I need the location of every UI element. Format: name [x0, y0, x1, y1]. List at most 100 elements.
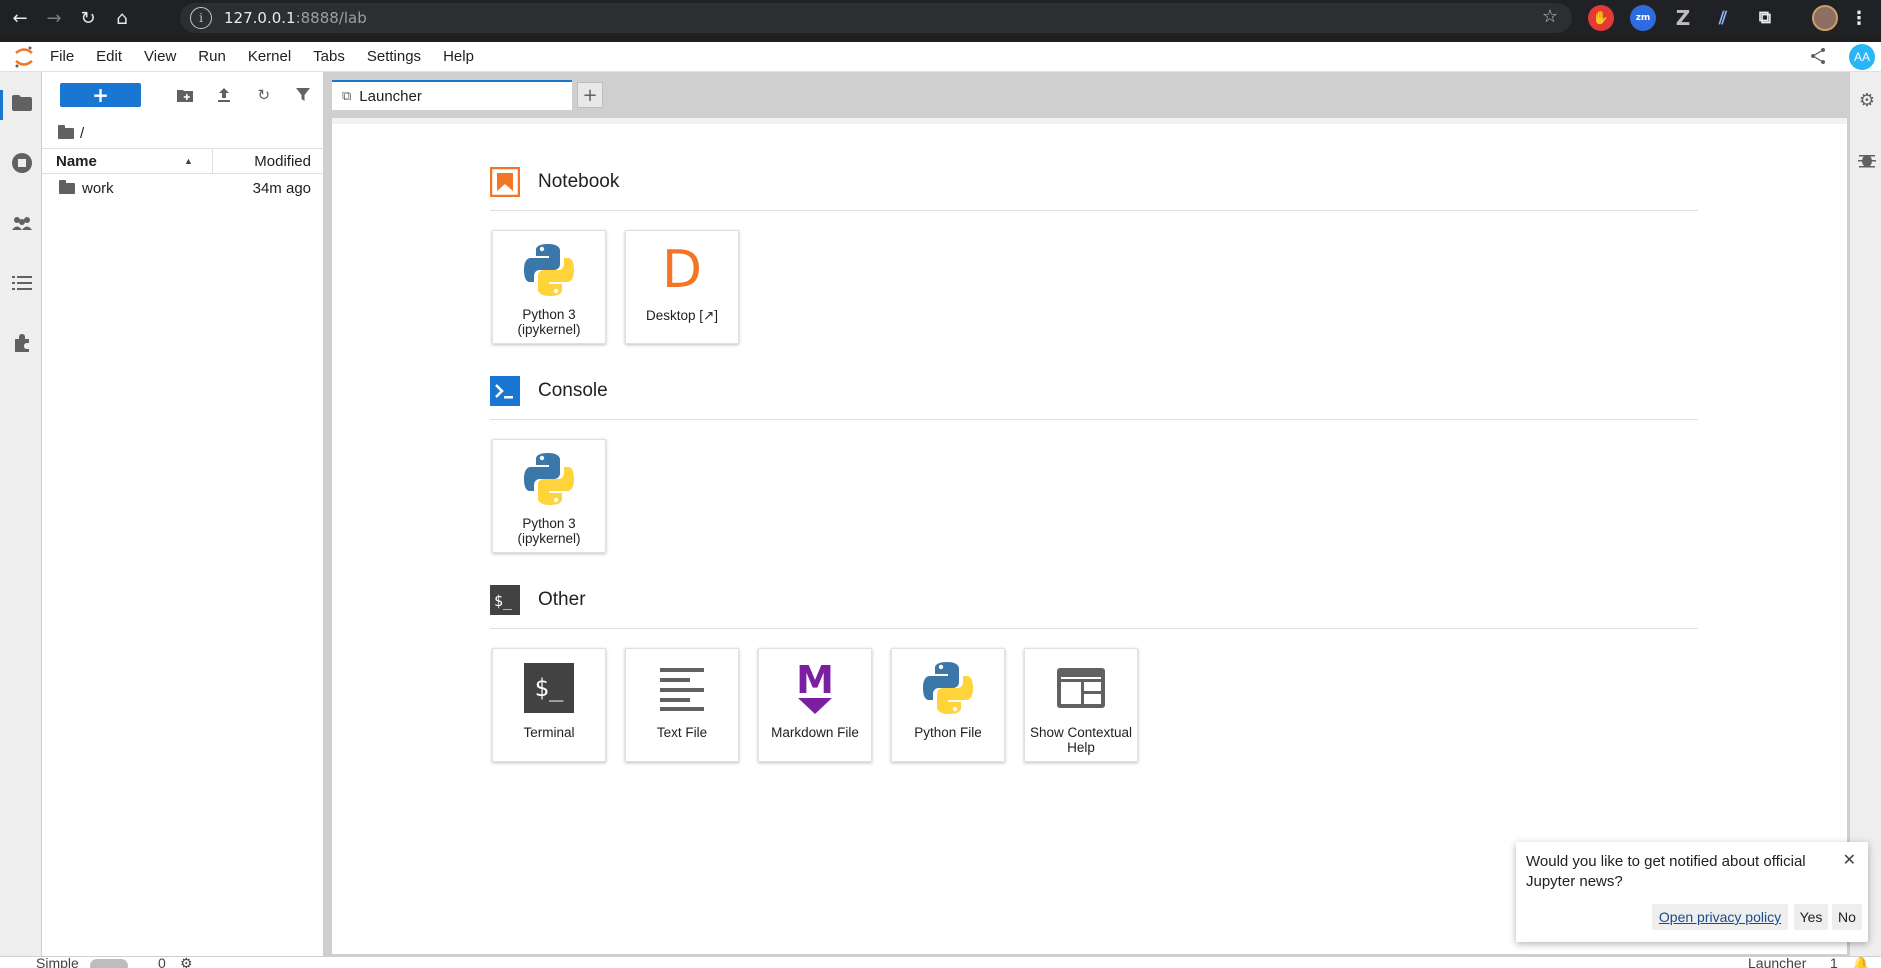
back-icon[interactable]: ← — [6, 4, 34, 32]
debugger-bug-icon[interactable] — [1855, 148, 1879, 172]
launcher-tab-icon: ⧉ — [342, 88, 352, 103]
file-browser-toolbar: + ↻ — [42, 72, 323, 118]
svg-text:$_: $_ — [494, 592, 513, 610]
section-divider — [490, 419, 1698, 420]
add-tab-button[interactable]: + — [577, 82, 603, 108]
share-icon[interactable] — [1809, 47, 1827, 70]
main-dock-area: ⧉ Launcher + Notebook Python 3 (ipykerne… — [324, 72, 1849, 960]
file-list-header: Name ▲ Modified — [42, 148, 323, 174]
menu-edit[interactable]: Edit — [85, 48, 133, 65]
notebook-section-icon — [490, 167, 520, 197]
yes-button[interactable]: Yes — [1794, 904, 1828, 930]
section-header: Console — [490, 371, 1728, 420]
kernel-status-icon[interactable]: ⚙ — [180, 957, 193, 968]
menu-tabs[interactable]: Tabs — [302, 48, 356, 65]
notification-toast: Would you like to get notified about off… — [1516, 842, 1868, 942]
new-folder-icon[interactable] — [165, 83, 205, 107]
contextual-help-icon — [1052, 659, 1110, 717]
table-of-contents-icon[interactable] — [11, 272, 33, 294]
menu-settings[interactable]: Settings — [356, 48, 432, 65]
menu-help[interactable]: Help — [432, 48, 485, 65]
card-label: Text File — [656, 725, 708, 740]
card-label: Terminal — [523, 725, 575, 740]
refresh-icon[interactable]: ↻ — [244, 83, 284, 107]
close-icon[interactable]: ✕ — [1843, 850, 1856, 869]
upload-icon[interactable] — [204, 83, 244, 107]
breadcrumb-folder-icon[interactable] — [58, 124, 74, 139]
ai-extension-icon[interactable]: ⫽ — [1710, 5, 1736, 31]
address-bar[interactable]: i 127.0.0.1:8888/lab ☆ — [180, 3, 1572, 33]
section-title: Other — [538, 589, 586, 610]
column-modified-header[interactable]: Modified — [254, 153, 311, 170]
console-section-icon — [490, 376, 520, 406]
launcher-card-text-file[interactable]: Text File — [625, 648, 739, 762]
zoom-extension-icon[interactable]: zm — [1630, 5, 1656, 31]
file-name: work — [82, 179, 114, 197]
launcher-card-markdown[interactable]: M Markdown File — [758, 648, 872, 762]
forward-icon[interactable]: → — [40, 4, 68, 32]
breadcrumb-path[interactable]: / — [80, 125, 84, 142]
menu-kernel[interactable]: Kernel — [237, 48, 302, 65]
main-tab-bar: ⧉ Launcher + — [324, 72, 1849, 118]
sort-ascending-icon[interactable]: ▲ — [184, 156, 193, 166]
user-avatar[interactable]: AA — [1849, 44, 1875, 70]
profile-avatar-icon[interactable] — [1812, 5, 1838, 31]
launcher-cards: $_ Terminal Text File M Markdown File Py… — [492, 648, 1157, 762]
running-kernels-icon[interactable] — [11, 152, 33, 174]
open-privacy-policy-link[interactable]: Open privacy policy — [1652, 904, 1788, 930]
text-file-icon — [653, 659, 711, 717]
extensions-puzzle-icon[interactable]: ⧉ — [1752, 5, 1778, 31]
filter-icon[interactable] — [283, 83, 323, 107]
column-resize-handle[interactable] — [212, 149, 213, 173]
bookmark-star-icon[interactable]: ☆ — [1542, 6, 1558, 27]
adblock-extension-icon[interactable]: ✋ — [1588, 5, 1614, 31]
launcher-card-python-notebook[interactable]: Python 3 (ipykernel) — [492, 230, 606, 344]
file-list-row[interactable]: work 34m ago — [42, 174, 323, 202]
card-label: Markdown File — [771, 725, 859, 740]
column-name-header[interactable]: Name — [56, 153, 97, 170]
tab-label: Launcher — [359, 87, 422, 105]
simple-mode-toggle[interactable] — [90, 959, 128, 968]
launcher-card-python-file[interactable]: Python File — [891, 648, 1005, 762]
launcher-cards: Python 3 (ipykernel) — [492, 439, 625, 553]
url-host: 127.0.0.1 — [224, 9, 296, 27]
notifications-bell-icon[interactable]: 🔔 — [1852, 957, 1869, 968]
section-header: $_ Other — [490, 580, 1728, 629]
left-sidebar — [0, 72, 42, 960]
launcher-card-python-console[interactable]: Python 3 (ipykernel) — [492, 439, 606, 553]
launcher-card-desktop[interactable]: D Desktop [↗] — [625, 230, 739, 344]
tab-launcher[interactable]: ⧉ Launcher — [332, 80, 572, 110]
screen: ← → ↻ ⌂ i 127.0.0.1:8888/lab ☆ ✋ zm Z ⫽ … — [0, 0, 1881, 968]
right-sidebar: ⚙ — [1849, 72, 1881, 960]
terminal-glyph: $_ — [524, 663, 574, 713]
property-inspector-gears-icon[interactable]: ⚙ — [1855, 88, 1879, 112]
status-bar: Simple 0 ⚙ Launcher 1 🔔 — [0, 956, 1881, 968]
home-icon[interactable]: ⌂ — [108, 4, 136, 32]
status-current-activity: Launcher — [1748, 956, 1807, 968]
z-extension-icon[interactable]: Z — [1670, 5, 1696, 31]
launcher-card-contextual-help[interactable]: Show Contextual Help — [1024, 648, 1138, 762]
card-label: Python File — [914, 725, 982, 740]
extension-manager-icon[interactable] — [11, 332, 33, 354]
markdown-icon: M — [786, 659, 844, 717]
launcher-card-terminal[interactable]: $_ Terminal — [492, 648, 606, 762]
card-label: Python 3 (ipykernel) — [517, 516, 581, 546]
menu-file[interactable]: File — [36, 48, 85, 65]
collaboration-users-icon[interactable] — [11, 212, 33, 234]
site-info-icon[interactable]: i — [190, 7, 212, 29]
kernel-count[interactable]: 0 — [158, 957, 166, 968]
no-button[interactable]: No — [1832, 904, 1862, 930]
notification-message: Would you like to get notified about off… — [1526, 853, 1806, 890]
simple-mode-label: Simple — [36, 956, 79, 968]
section-divider — [490, 628, 1698, 629]
new-launcher-button[interactable]: + — [60, 83, 141, 107]
launcher-section-notebook: Notebook Python 3 (ipykernel) D Desktop … — [490, 162, 1728, 344]
menu-view[interactable]: View — [133, 48, 187, 65]
folder-icon[interactable] — [11, 92, 33, 114]
reload-icon[interactable]: ↻ — [74, 4, 102, 32]
browser-menu-icon[interactable]: ⋮ — [1846, 5, 1872, 31]
active-tab-indicator — [0, 90, 3, 120]
markdown-letter: M — [796, 658, 834, 702]
launcher-section-console: Console Python 3 (ipykernel) — [490, 371, 1728, 553]
menu-run[interactable]: Run — [187, 48, 237, 65]
